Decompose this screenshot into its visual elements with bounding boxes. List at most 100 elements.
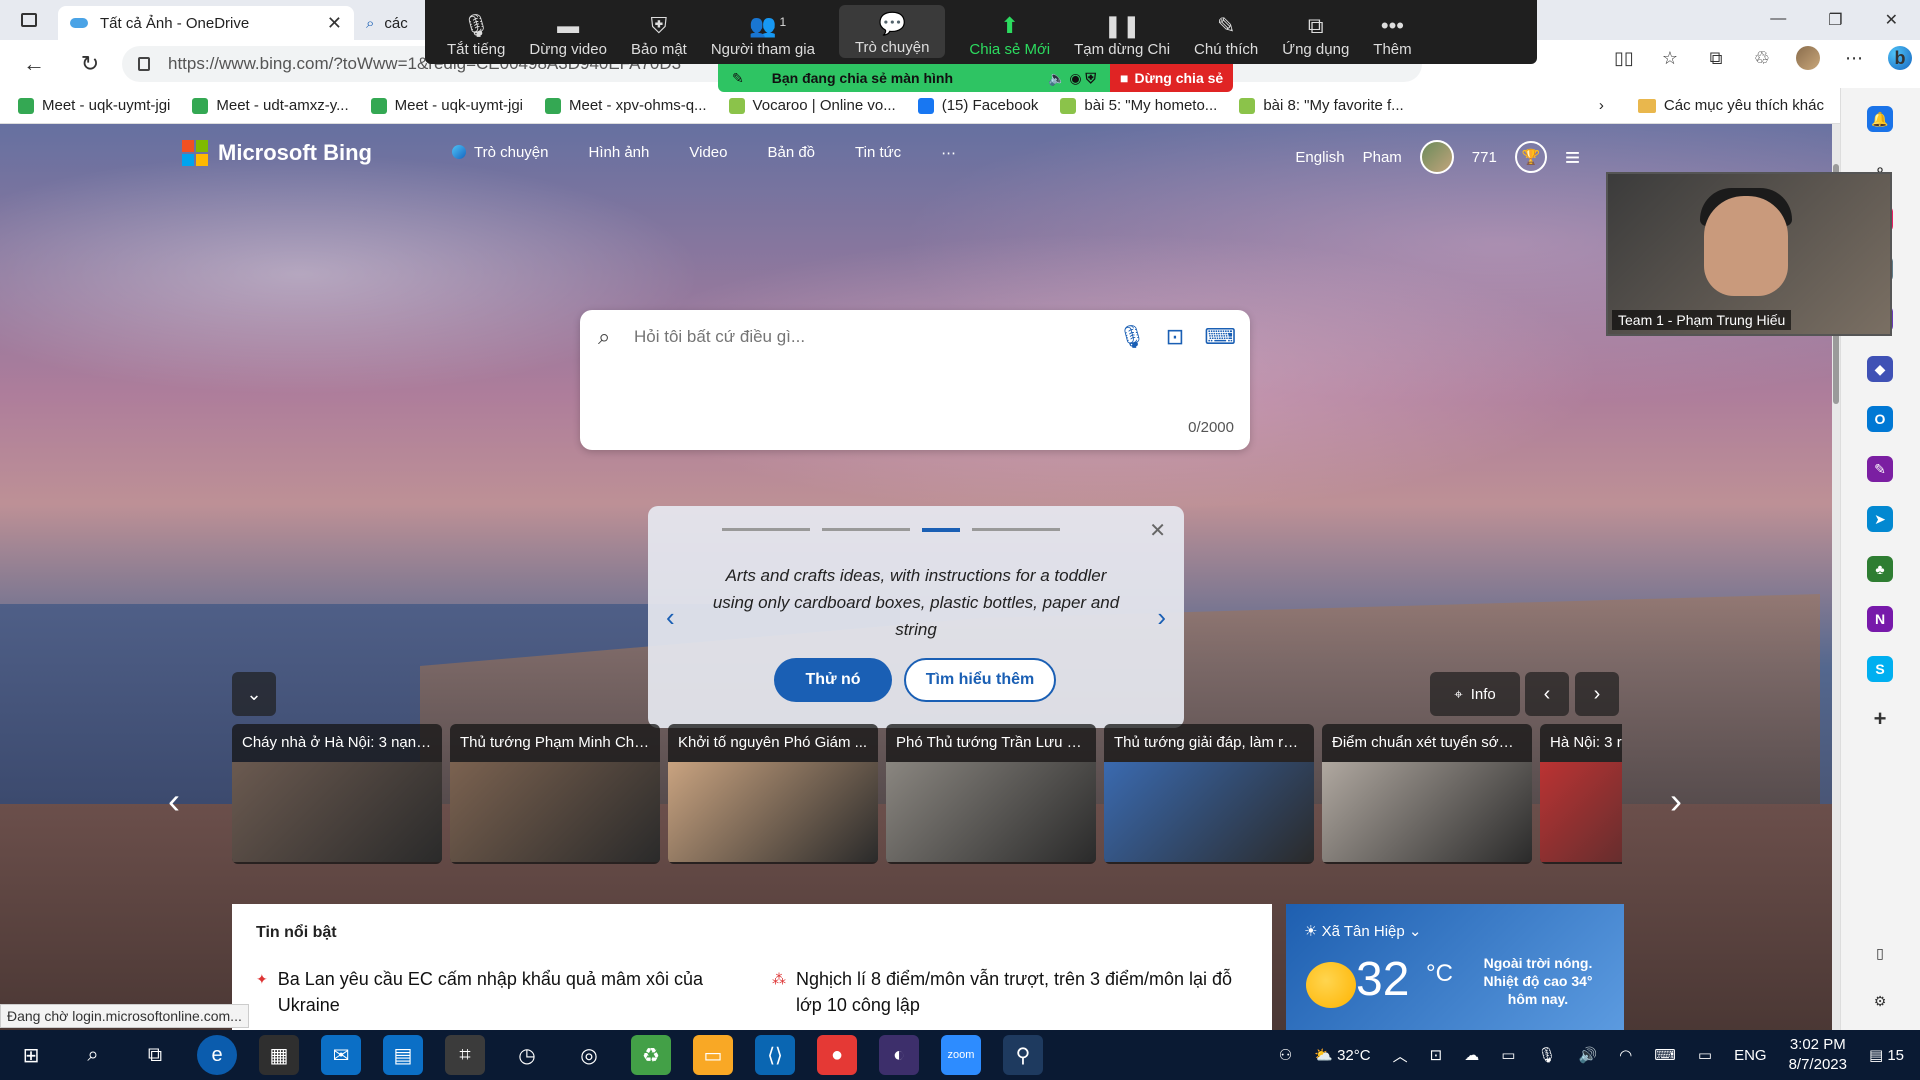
nav-videos[interactable]: Video [689, 144, 727, 162]
sound-icon[interactable]: 🔈 ◉ ⛨ [1048, 70, 1096, 87]
split-screen-icon[interactable]: ▯▯ [1612, 46, 1636, 70]
send-icon[interactable]: ➤ [1867, 506, 1893, 532]
mic-tray-icon[interactable]: 🎙 [1537, 1046, 1556, 1064]
maximize-icon[interactable]: ❐ [1828, 10, 1842, 30]
vscode-icon[interactable]: ⟨⟩ [755, 1035, 795, 1075]
task-view-icon[interactable]: ⧉ [135, 1035, 175, 1075]
onenote-icon[interactable]: N [1867, 606, 1893, 632]
keyboard-icon[interactable]: ⌨ [1204, 324, 1236, 350]
battery-icon[interactable]: ▭ [1501, 1046, 1515, 1064]
favorite-link[interactable]: (15) Facebook [917, 97, 1038, 114]
visual-search-icon[interactable]: ⊡ [1166, 324, 1184, 350]
github-icon[interactable]: ◐ [879, 1035, 919, 1075]
zoom-share-button[interactable]: ⬆ Chia sẻ Mới [969, 11, 1050, 58]
nav-more[interactable]: ⋯ [941, 144, 956, 162]
favorite-link[interactable]: bài 8: "My favorite f... [1239, 97, 1404, 114]
settings-icon[interactable]: ⚙ [1867, 988, 1893, 1014]
office-icon[interactable]: ◆ [1867, 356, 1893, 382]
zoom-mic-button[interactable]: 🎙 Tắt tiếng [447, 11, 505, 58]
language-link[interactable]: English [1295, 149, 1344, 166]
news-card[interactable]: Hà Nội: 3 r [1540, 724, 1622, 864]
weather-location[interactable]: ☀ Xã Tân Hiệp ⌄ [1304, 922, 1421, 940]
zoom-video-button[interactable]: ▬ Dừng video [529, 11, 607, 58]
meet-now-icon[interactable]: ⊡ [1430, 1046, 1443, 1064]
weather-taskbar[interactable]: ⛅ 32°C [1314, 1046, 1370, 1064]
collections-icon[interactable]: ⧉ [1704, 46, 1728, 70]
news-card[interactable]: Phó Thủ tướng Trần Lưu Q... [886, 724, 1096, 864]
notification-center-icon[interactable]: ▤ 15 [1869, 1046, 1904, 1064]
nav-images[interactable]: Hình ảnh [588, 144, 649, 162]
volume-icon[interactable]: 🔊 [1578, 1046, 1597, 1064]
hamburger-menu-icon[interactable]: ≡ [1565, 142, 1580, 173]
favorite-star-icon[interactable]: ☆ [1658, 46, 1682, 70]
favorite-link[interactable]: Meet - uqk-uymt-jgi [370, 97, 523, 114]
chevron-left-icon[interactable]: ‹ [666, 602, 675, 633]
back-button[interactable]: ← [12, 44, 56, 84]
zoom-apps-button[interactable]: ⧉ Ứng dụng [1282, 11, 1349, 58]
clock[interactable]: 3:02 PM 8/7/2023 [1789, 1035, 1847, 1075]
chevron-right-icon[interactable]: › [1157, 602, 1166, 633]
zoom-icon[interactable]: zoom [941, 1035, 981, 1075]
favorite-link[interactable]: bài 5: "My hometo... [1060, 97, 1217, 114]
keyboard-tray-icon[interactable]: ⌨ [1654, 1046, 1676, 1064]
zoom-chat-button[interactable]: 💬 Trò chuyện [838, 5, 946, 58]
nav-maps[interactable]: Bản đồ [767, 144, 815, 162]
image-info-button[interactable]: ⌖ Info [1430, 672, 1520, 716]
nav-chat[interactable]: Trò chuyện [452, 144, 548, 162]
learn-more-button[interactable]: Tìm hiểu thêm [904, 658, 1056, 702]
microphone-icon[interactable]: 🎙 [1118, 324, 1146, 350]
news-card[interactable]: Cháy nhà ở Hà Nội: 3 nạn ... [232, 724, 442, 864]
favorite-link[interactable]: Vocaroo | Online vo... [728, 97, 896, 114]
tab-actions-icon[interactable] [14, 5, 44, 35]
news-prev-icon[interactable]: ‹ [168, 780, 180, 822]
collapse-feed-button[interactable]: ⌄ [232, 672, 276, 716]
search-input[interactable] [634, 322, 1074, 352]
calendar-icon[interactable]: ▤ [383, 1035, 423, 1075]
close-promo-icon[interactable]: ✕ [1149, 518, 1166, 543]
tree-icon[interactable]: ♣ [1867, 556, 1893, 582]
people-icon[interactable]: ⚇ [1279, 1046, 1292, 1064]
stop-share-button[interactable]: ■ Dừng chia sẻ [1110, 64, 1234, 92]
active-app-icon[interactable]: ⚲ [1003, 1035, 1043, 1075]
green-app-icon[interactable]: ♻ [631, 1035, 671, 1075]
add-icon[interactable]: + [1867, 706, 1893, 732]
search-icon[interactable]: ⌕ [73, 1035, 113, 1075]
rewards-points[interactable]: 771 [1472, 149, 1497, 166]
favorite-link[interactable]: Meet - xpv-ohms-q... [545, 97, 707, 114]
windows-start-icon[interactable]: ⊞ [11, 1035, 51, 1075]
sidebar-toggle-icon[interactable]: ▯ [1867, 940, 1893, 966]
user-name[interactable]: Pham [1363, 149, 1402, 166]
story-item[interactable]: ✦ Ba Lan yêu cầu EC cấm nhập khẩu quả mâ… [256, 966, 726, 1018]
previous-image-button[interactable]: ‹ [1525, 672, 1569, 716]
tab-onedrive[interactable]: Tất cả Ảnh - OneDrive ✕ [58, 6, 354, 40]
media-icon[interactable]: ◎ [569, 1035, 609, 1075]
refresh-button[interactable]: ↻ [68, 44, 112, 84]
zoom-shield-button[interactable]: ⛨ Bảo mật [631, 11, 687, 58]
favorite-link[interactable]: Meet - udt-amxz-y... [192, 97, 349, 114]
store-icon[interactable]: ▦ [259, 1035, 299, 1075]
mail-icon[interactable]: ✉ [321, 1035, 361, 1075]
zoom-participants-button[interactable]: 👥 1 Người tham gia [711, 11, 815, 58]
close-window-icon[interactable]: ✕ [1885, 10, 1898, 30]
news-card[interactable]: Thủ tướng giải đáp, làm rõ ... [1104, 724, 1314, 864]
news-next-icon[interactable]: › [1670, 780, 1682, 822]
tablet-icon[interactable]: ▭ [1698, 1046, 1712, 1064]
participant-video[interactable]: Team 1 - Phạm Trung Hiếu [1606, 172, 1892, 336]
user-avatar[interactable] [1419, 140, 1454, 174]
profile-avatar[interactable] [1796, 46, 1820, 70]
news-card[interactable]: Điểm chuẩn xét tuyển sớm... [1322, 724, 1532, 864]
onedrive-tray-icon[interactable]: ☁ [1464, 1046, 1479, 1064]
brand-name[interactable]: Microsoft Bing [218, 140, 372, 166]
notifications-icon[interactable]: 🔔 [1867, 106, 1893, 132]
outlook-icon[interactable]: O [1867, 406, 1893, 432]
try-button[interactable]: Thử nó [774, 658, 892, 702]
designer-icon[interactable]: ✎ [1867, 456, 1893, 482]
weather-card[interactable]: ☀ Xã Tân Hiệp ⌄ 32 °C Ngoài trời nóng. N… [1286, 904, 1624, 1030]
file-explorer-icon[interactable]: ▭ [693, 1035, 733, 1075]
skype-icon[interactable]: S [1867, 656, 1893, 682]
minimize-icon[interactable]: — [1770, 10, 1786, 30]
zoom-pause-button[interactable]: ❚❚ Tạm dừng Chi [1074, 11, 1170, 58]
menu-dots-icon[interactable]: ⋯ [1842, 46, 1866, 70]
tab-search[interactable]: ⌕ các [354, 6, 414, 40]
edge-icon[interactable]: e [197, 1035, 237, 1075]
